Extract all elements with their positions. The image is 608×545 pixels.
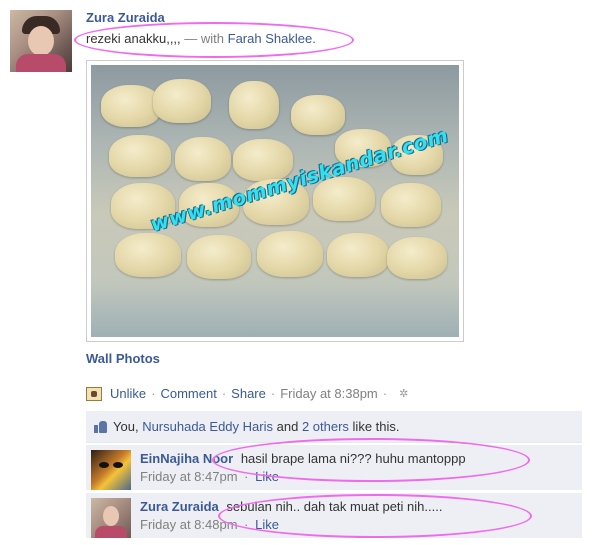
separator-dot: ·: [382, 386, 388, 401]
commenter-name-link[interactable]: EinNajiha Noor: [140, 451, 233, 466]
photo-bag: [101, 85, 161, 127]
comment-text: hasil brape lama ni??? huhu mantoppp: [240, 451, 466, 466]
commenter-name-link[interactable]: Zura Zuraida: [140, 499, 219, 514]
avatar-shirt: [16, 54, 66, 72]
comment-item: Zura Zuraida sebulan nih.. dah tak muat …: [86, 493, 582, 539]
likes-sentence: You, Nursuhada Eddy Haris and 2 others l…: [86, 411, 582, 443]
comment-item: EinNajiha Noor hasil brape lama ni??? hu…: [86, 445, 582, 491]
author-name-link[interactable]: Zura Zuraida: [86, 10, 165, 25]
comment-timestamp[interactable]: Friday at 8:47pm: [140, 469, 238, 484]
comment-meta: Friday at 8:48pm · Like: [140, 517, 279, 532]
separator-dot: ·: [221, 386, 227, 401]
comment-like-link[interactable]: Like: [255, 517, 279, 532]
with-separator: — with: [184, 31, 225, 46]
comment-text: sebulan nih.. dah tak muat peti nih.....: [226, 499, 443, 514]
separator-dot: ·: [270, 386, 276, 401]
separator-dot: ·: [151, 386, 156, 401]
photo-bag: [187, 235, 251, 279]
photo-bag: [109, 135, 171, 177]
likes-prefix: You,: [113, 419, 139, 434]
share-link[interactable]: Share: [231, 386, 266, 401]
status-text: rezeki anakku,,,,: [86, 31, 181, 46]
liker-link[interactable]: Nursuhada Eddy Haris: [142, 419, 273, 434]
thumbs-up-icon: [94, 420, 107, 433]
author-avatar[interactable]: [10, 10, 72, 72]
separator-dot: ·: [244, 469, 249, 484]
unlike-link[interactable]: Unlike: [110, 386, 146, 401]
wall-photo[interactable]: www.mommyiskandar.com: [91, 65, 459, 337]
comment-body: Zura Zuraida sebulan nih.. dah tak muat …: [140, 499, 442, 514]
photo-bag: [175, 137, 231, 181]
photo-bag: [387, 237, 447, 279]
comment-timestamp[interactable]: Friday at 8:48pm: [140, 517, 238, 532]
commenter-avatar[interactable]: [91, 450, 131, 490]
tagged-friend-link[interactable]: Farah Shaklee.: [228, 31, 316, 46]
photo-post-icon: [86, 386, 102, 401]
avatar-face: [28, 26, 54, 56]
settings-icon[interactable]: ✲: [399, 387, 408, 400]
comment-link[interactable]: Comment: [160, 386, 216, 401]
photo-bag: [327, 233, 389, 277]
photo-frame[interactable]: www.mommyiskandar.com: [86, 60, 464, 342]
comment-body: EinNajiha Noor hasil brape lama ni??? hu…: [140, 451, 466, 466]
separator-dot: ·: [244, 517, 249, 532]
photo-bag: [153, 79, 211, 123]
likes-and: and: [276, 419, 299, 434]
photo-bag: [115, 233, 181, 277]
post-timestamp[interactable]: Friday at 8:38pm: [280, 386, 378, 401]
photo-bag: [291, 95, 345, 135]
comment-meta: Friday at 8:47pm · Like: [140, 469, 279, 484]
facebook-post: Zura Zuraida rezeki anakku,,,, — with Fa…: [0, 0, 608, 545]
album-link[interactable]: Wall Photos: [86, 351, 160, 366]
photo-bag: [257, 231, 323, 277]
photo-bag: [381, 183, 441, 227]
commenter-avatar[interactable]: [91, 498, 131, 538]
feedback-box: You, Nursuhada Eddy Haris and 2 others l…: [86, 411, 582, 539]
status-message: rezeki anakku,,,, — with Farah Shaklee.: [86, 31, 316, 46]
likes-suffix: like this.: [352, 419, 400, 434]
comment-like-link[interactable]: Like: [255, 469, 279, 484]
photo-bag: [229, 81, 279, 129]
others-link[interactable]: 2 others: [302, 419, 349, 434]
action-bar: Unlike · Comment · Share · Friday at 8:3…: [86, 386, 408, 401]
